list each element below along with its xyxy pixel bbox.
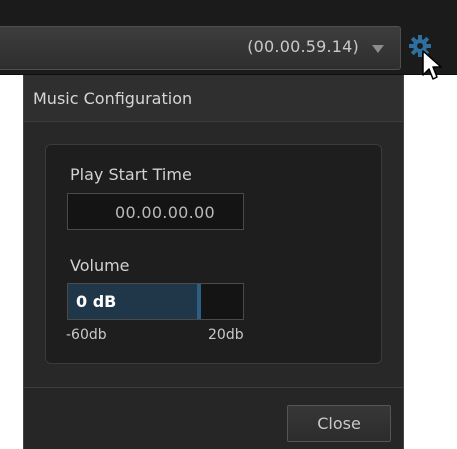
- dialog-header: Music Configuration: [24, 75, 403, 122]
- duration-value: (00.00.59.14): [247, 37, 359, 56]
- top-toolbar: (00.00.59.14): [0, 0, 457, 75]
- media-dropdown[interactable]: (00.00.59.14): [0, 26, 401, 70]
- play-start-time-field[interactable]: 00.00.00.00: [67, 193, 244, 230]
- play-start-time-label: Play Start Time: [70, 165, 192, 184]
- settings-group: Play Start Time 00.00.00.00 Volume 0 dB …: [45, 144, 382, 364]
- mouse-pointer-icon: [422, 50, 442, 80]
- dialog-footer: Close: [24, 387, 403, 449]
- volume-min-label: -60db: [66, 327, 107, 343]
- volume-value: 0 dB: [76, 292, 117, 311]
- chevron-down-icon[interactable]: [372, 45, 384, 53]
- close-button[interactable]: Close: [287, 405, 391, 442]
- volume-slider-handle[interactable]: [197, 284, 201, 319]
- volume-label: Volume: [70, 256, 130, 275]
- volume-max-label: 20db: [208, 327, 244, 343]
- dialog-title: Music Configuration: [33, 89, 193, 108]
- music-configuration-dialog: Music Configuration Play Start Time 00.0…: [23, 75, 404, 449]
- volume-slider[interactable]: 0 dB: [67, 283, 244, 320]
- dialog-body: Play Start Time 00.00.00.00 Volume 0 dB …: [24, 123, 403, 387]
